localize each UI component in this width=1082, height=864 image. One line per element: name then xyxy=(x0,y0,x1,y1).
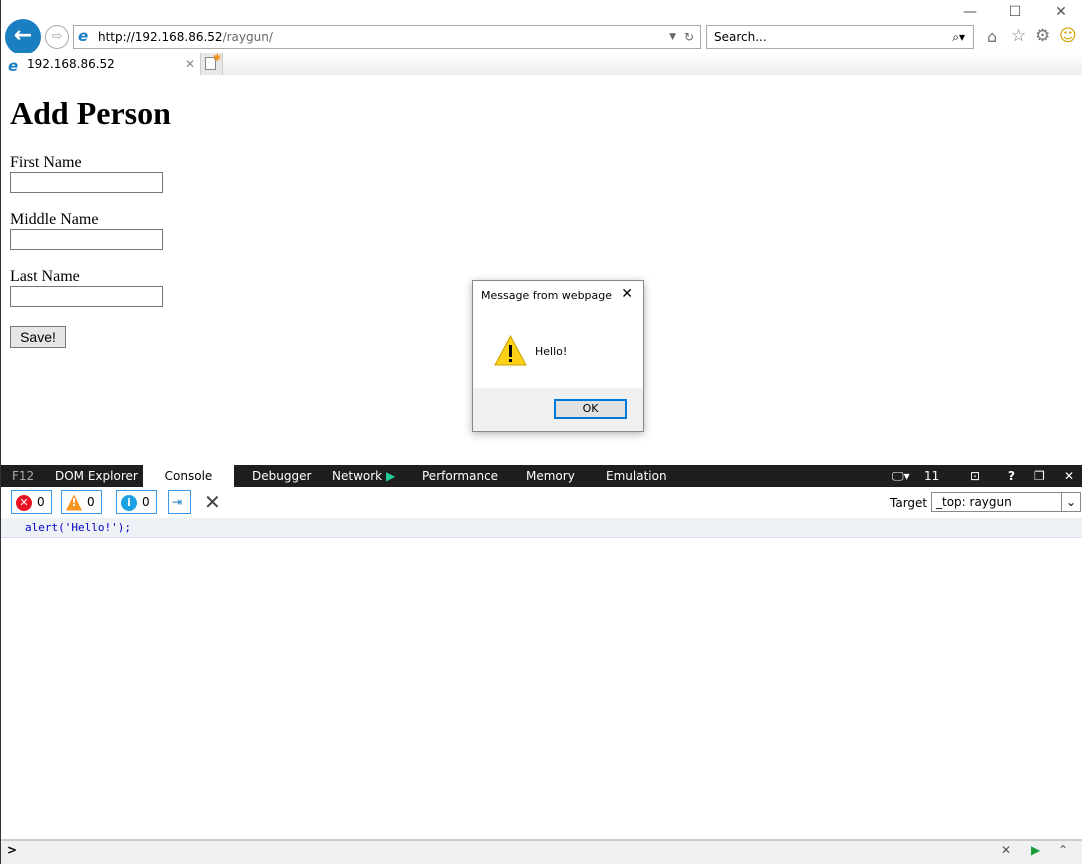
dialog-title: Message from webpage xyxy=(481,289,613,302)
refresh-icon[interactable]: ↻ xyxy=(684,26,694,48)
info-filter[interactable]: i0 xyxy=(116,490,157,514)
smiley-icon[interactable]: ☺ xyxy=(1059,26,1077,46)
tab-network-label: Network xyxy=(332,469,383,483)
alert-dialog: Message from webpage ✕ Hello! OK xyxy=(472,280,644,432)
ie-logo-icon: e xyxy=(8,57,19,75)
tab-performance[interactable]: Performance xyxy=(422,465,498,487)
doc-mode[interactable]: 11 xyxy=(924,465,939,487)
error-filter[interactable]: ✕ 0 xyxy=(11,490,52,514)
save-button[interactable]: Save! xyxy=(10,326,66,348)
new-tab-button[interactable]: ✱ xyxy=(201,53,223,75)
search-placeholder: Search... xyxy=(714,30,767,44)
search-input[interactable]: Search... ⌕▾ xyxy=(706,25,974,49)
dialog-close-button[interactable]: ✕ xyxy=(621,286,633,302)
tab-debugger[interactable]: Debugger xyxy=(252,465,311,487)
console-line: alert('Hello!'); xyxy=(1,518,1082,538)
page-title: Add Person xyxy=(10,95,171,131)
warning-icon xyxy=(494,334,527,366)
close-tab-icon[interactable]: ✕ xyxy=(185,53,195,75)
clear-on-navigate-button[interactable]: ⇥ xyxy=(168,490,191,514)
close-devtools-icon[interactable]: ✕ xyxy=(1064,465,1074,487)
minimize-button[interactable]: — xyxy=(955,4,985,22)
tab-network[interactable]: Network ▶ xyxy=(332,465,395,487)
prompt-icon: > xyxy=(7,843,18,857)
browser-tab[interactable]: e 192.168.86.52 ✕ xyxy=(1,53,201,75)
play-icon: ▶ xyxy=(385,469,396,483)
clear-console-icon[interactable]: ✕ xyxy=(204,490,221,514)
gear-icon[interactable]: ⚙ xyxy=(1035,26,1050,46)
tab-memory[interactable]: Memory xyxy=(526,465,575,487)
first-name-label: First Name xyxy=(10,154,82,171)
error-icon: ✕ xyxy=(16,494,32,511)
tab-dom-explorer[interactable]: DOM Explorer xyxy=(55,465,138,487)
target-select[interactable]: _top: raygun ⌄ xyxy=(931,492,1081,512)
expand-icon[interactable]: ⌃ xyxy=(1058,843,1068,857)
f12-label: F12 xyxy=(12,469,35,483)
maximize-button[interactable]: ☐ xyxy=(1000,4,1030,22)
chevron-down-icon[interactable]: ⌄ xyxy=(1061,493,1080,511)
target-value: _top: raygun xyxy=(936,495,1012,509)
ie-logo-icon: e xyxy=(78,27,89,45)
ok-button[interactable]: OK xyxy=(554,399,627,419)
help-icon[interactable]: ? xyxy=(1008,465,1015,487)
devtools-tab-bar: F12 DOM Explorer Console Debugger Networ… xyxy=(1,465,1082,487)
middle-name-input[interactable] xyxy=(10,229,163,250)
target-label: Target xyxy=(890,496,928,510)
tab-title: 192.168.86.52 xyxy=(27,57,115,71)
console-toggle-icon[interactable]: ⊡ xyxy=(970,465,980,487)
middle-name-label: Middle Name xyxy=(10,211,99,228)
first-name-input[interactable] xyxy=(10,172,163,193)
add-person-form: Add Person First Name Middle Name Last N… xyxy=(10,95,171,348)
star-icon[interactable]: ☆ xyxy=(1011,26,1026,46)
dropdown-icon[interactable]: ▼ xyxy=(669,26,676,48)
info-count: 0 xyxy=(142,495,150,509)
address-bar[interactable]: e http://192.168.86.52/raygun/ ▼ ↻ xyxy=(73,25,701,49)
run-icon[interactable]: ▶ xyxy=(1031,843,1040,857)
warning-count: 0 xyxy=(87,495,95,509)
back-button[interactable]: ← xyxy=(5,19,41,55)
warning-filter[interactable]: ! 0 xyxy=(61,490,102,514)
undock-icon[interactable]: ❐ xyxy=(1034,465,1045,487)
home-icon[interactable]: ⌂ xyxy=(987,27,997,46)
url-host: http://192.168.86.52 xyxy=(98,30,223,44)
error-count: 0 xyxy=(37,495,45,509)
url-path: /raygun/ xyxy=(222,30,273,44)
close-window-button[interactable]: ✕ xyxy=(1046,4,1076,22)
last-name-label: Last Name xyxy=(10,268,80,285)
clear-input-icon[interactable]: ✕ xyxy=(1001,843,1011,857)
tab-console[interactable]: Console xyxy=(143,465,234,487)
last-name-input[interactable] xyxy=(10,286,163,307)
device-icon[interactable]: 🖵▾ xyxy=(892,465,910,487)
forward-button[interactable]: ⇨ xyxy=(45,25,69,49)
warning-icon: ! xyxy=(66,494,82,511)
tab-emulation[interactable]: Emulation xyxy=(606,465,667,487)
console-input-bar[interactable]: > ✕ ▶ ⌃ xyxy=(1,839,1082,864)
info-icon: i xyxy=(121,494,137,511)
search-icon[interactable]: ⌕▾ xyxy=(952,26,965,48)
dialog-message: Hello! xyxy=(535,345,568,358)
